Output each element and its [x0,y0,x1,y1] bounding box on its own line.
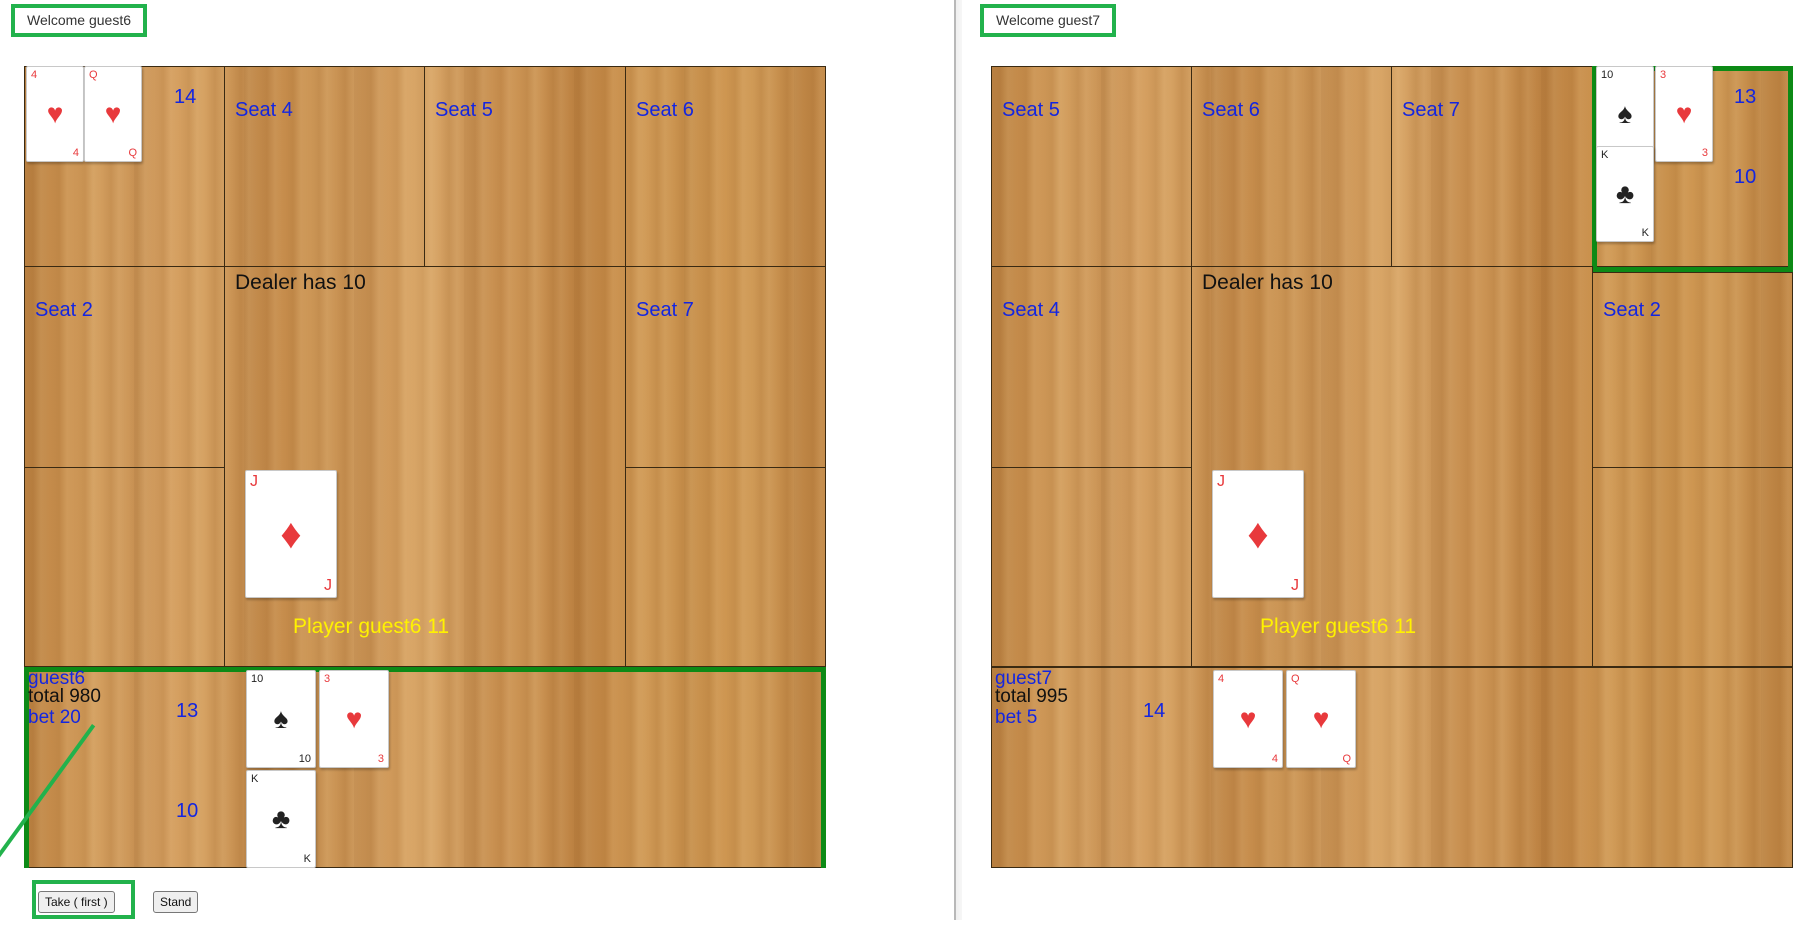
diamond-icon: ♦ [280,510,302,557]
seat-label: Seat 7 [1402,99,1460,121]
heart-icon: ♥ [1312,703,1330,734]
welcome-banner: Welcome guest7 [980,4,1117,37]
player-total: total 980 [28,686,101,707]
card-rank: 3 [324,673,331,685]
card-rank: 10 [298,753,311,765]
hand-count: 13 [176,700,199,722]
panel-divider [954,0,962,920]
card-rank: Q [128,147,137,159]
seat-label: Seat 2 [1603,299,1661,321]
card-rank: J [324,577,332,594]
seat-label: Seat 6 [636,99,694,121]
card-rank: 3 [377,753,384,765]
club-icon: ♣ [1615,178,1635,209]
seat-empty [1592,467,1793,667]
stand-button[interactable]: Stand [153,891,199,913]
seat-2[interactable]: Seat 2 [1592,272,1793,468]
seat-empty [625,467,826,667]
card-rank: Q [1291,673,1300,685]
player-view-guest7: Welcome guest7 Seat 5 Seat 6 Seat 7 Seat… [962,0,1798,932]
playing-card: 3 ♥ 3 [1655,66,1713,162]
card-rank: J [1217,473,1225,490]
card-rank: 3 [1660,69,1667,81]
card-rank: 4 [72,147,79,159]
seat-6[interactable]: Seat 6 [1191,66,1392,267]
current-player-status: Player guest6 11 [293,615,450,638]
seat-4[interactable]: Seat 4 [991,266,1192,468]
heart-icon: ♥ [1675,98,1693,129]
playing-card: 4 ♥ 4 [26,66,84,162]
card-rank: 4 [1271,753,1278,765]
playing-card: Q ♥ Q [1286,670,1356,768]
seat-5[interactable]: Seat 5 [424,66,626,267]
seat-empty [991,467,1192,667]
dealer-card: J ♦ J [1212,470,1304,598]
seat-label: Seat 4 [1002,299,1060,321]
seat-label: Seat 5 [435,99,493,121]
seat-5[interactable]: Seat 5 [991,66,1192,267]
player-bet: bet 5 [995,707,1038,728]
card-rank: 4 [1218,673,1225,685]
current-player-status: Player guest6 11 [1260,615,1417,638]
seat-7[interactable]: Seat 7 [1391,66,1593,267]
diamond-icon: ♦ [1247,510,1269,557]
heart-icon: ♥ [345,703,363,734]
playing-card: 3 ♥ 3 [319,670,389,768]
dealer-card: J ♦ J [245,470,337,598]
card-rank: Q [89,69,98,81]
seat-label: Seat 5 [1002,99,1060,121]
card-rank: K [1641,227,1649,239]
blackjack-table: Seat 4 Seat 5 Seat 6 Seat 2 Seat 7 Deale… [24,66,826,868]
dealer-area: Dealer has 10 J ♦ J Player guest6 11 [1191,266,1593,667]
playing-card: 10 ♠ 10 [246,670,316,768]
card-rank: 4 [31,69,38,81]
seat-label: Seat 6 [1202,99,1260,121]
hand-count: 13 [1734,86,1757,108]
player-total: total 995 [995,686,1068,707]
hand-count: 10 [1734,166,1757,188]
heart-icon: ♥ [46,98,64,129]
card-rank: K [251,773,259,785]
take-button[interactable]: Take ( first ) [38,891,115,913]
hand-count: 14 [1143,700,1166,722]
playing-card: K ♣ K [246,770,316,868]
card-rank: 3 [1701,147,1708,159]
card-rank: K [303,853,311,865]
playing-card: 4 ♥ 4 [1213,670,1283,768]
playing-card: Q ♥ Q [84,66,142,162]
seat-6[interactable]: Seat 6 [625,66,826,267]
card-rank: J [1291,577,1299,594]
blackjack-table: Seat 5 Seat 6 Seat 7 Seat 4 Seat 2 Deale… [991,66,1793,868]
my-seat[interactable] [24,667,826,868]
card-rank: J [250,473,258,490]
seat-2[interactable]: Seat 2 [24,266,225,468]
playing-card: K ♣ K [1596,146,1654,242]
hand-count: 10 [176,800,199,822]
my-seat[interactable] [991,667,1793,868]
heart-icon: ♥ [1239,703,1257,734]
player-view-guest6: Welcome guest6 Seat 4 Seat 5 Seat 6 Seat… [0,0,954,932]
spade-icon: ♠ [273,703,289,734]
hand-count: 14 [174,86,197,108]
player-bet: bet 20 [28,707,81,728]
seat-label: Seat 2 [35,299,93,321]
seat-label: Seat 4 [235,99,293,121]
card-rank: K [1601,149,1609,161]
card-rank: Q [1342,753,1351,765]
dealer-status: Dealer has 10 [235,271,366,294]
welcome-banner: Welcome guest6 [11,4,148,37]
seat-label: Seat 7 [636,299,694,321]
dealer-area: Dealer has 10 J ♦ J Player guest6 11 [224,266,626,667]
seat-7[interactable]: Seat 7 [625,266,826,468]
card-rank: 10 [251,673,264,685]
seat-4[interactable]: Seat 4 [224,66,425,267]
spade-icon: ♠ [1617,98,1633,129]
heart-icon: ♥ [104,98,122,129]
card-rank: 10 [1601,69,1614,81]
club-icon: ♣ [271,803,291,834]
seat-empty [24,467,225,667]
dealer-status: Dealer has 10 [1202,271,1333,294]
